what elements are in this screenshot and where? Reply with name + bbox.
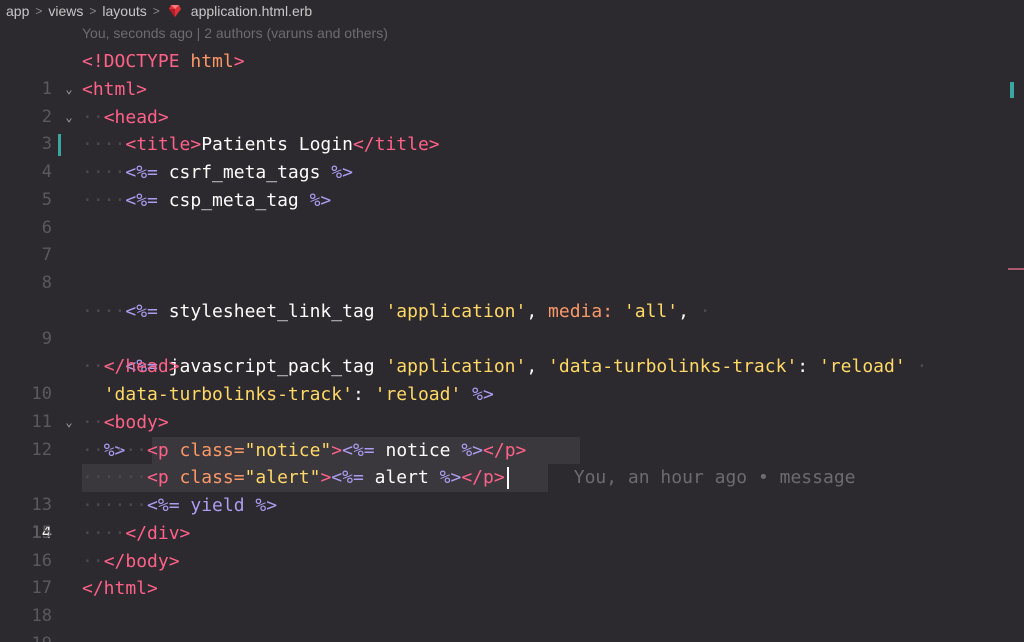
code-editor[interactable]: 1 <!DOCTYPE html> 2 ⌄ <html> 3 ⌄ ··<head… (0, 48, 1004, 642)
code-line[interactable]: 3 ⌄ ··<head> (0, 104, 1004, 155)
breadcrumb-item-layouts[interactable]: layouts (96, 3, 146, 19)
git-change-marker (1010, 82, 1014, 98)
code-line[interactable]: 7 (0, 215, 1004, 265)
code-line[interactable]: 4 ····<title>Patients Login</title> (0, 131, 1004, 182)
code-line[interactable]: 9 ····<%= javascript_pack_tag 'applicati… (0, 298, 1004, 461)
code-line[interactable]: 13 ······<p class="notice"><%= notice %>… (0, 436, 1004, 515)
chevron-down-icon[interactable]: ⌄ (62, 409, 76, 437)
breadcrumb-item-file[interactable]: application.html.erb (182, 3, 312, 19)
code-line[interactable]: 12 ⌄ ··<body> (0, 409, 1004, 460)
line-number: 9 (41, 328, 52, 349)
code-line[interactable]: 5 ····<%= csrf_meta_tags %> (0, 159, 1004, 210)
code-line[interactable]: 8 ····<%= stylesheet_link_tag 'applicati… (0, 242, 1004, 405)
breadcrumb: app > views > layouts > application.html… (0, 0, 1004, 22)
inline-git-blame[interactable]: You, an hour ago • message (574, 467, 856, 488)
breadcrumb-item-app[interactable]: app (0, 3, 29, 19)
code-line[interactable]: 16 ····</div> (0, 520, 1004, 571)
code-line[interactable]: 6 ····<%= csp_meta_tag %> (0, 187, 1004, 238)
chevron-down-icon[interactable]: ⌄ (62, 104, 76, 132)
code-line[interactable]: 15 ······<%= yield %> (0, 492, 1004, 543)
code-line[interactable]: 2 ⌄ <html> (0, 76, 1004, 127)
breadcrumb-item-views[interactable]: views (42, 3, 83, 19)
line-number: 19 (0, 631, 52, 642)
code-line[interactable]: 1 <!DOCTYPE html> (0, 48, 1004, 99)
overview-ruler-scrollbar[interactable] (1004, 0, 1024, 642)
chevron-right-icon: > (35, 4, 43, 18)
code-line[interactable]: 17 ··</body> (0, 548, 1004, 599)
code-line[interactable]: 11 (0, 381, 1004, 432)
git-modified-marker (58, 134, 61, 157)
code-line-current[interactable]: 14 ······<p class="alert"><%= alert %></… (0, 464, 1004, 543)
line-number: 8 (41, 273, 52, 293)
chevron-right-icon: > (89, 4, 97, 18)
ruby-icon (168, 4, 182, 18)
code-line[interactable]: 19 (0, 603, 1004, 642)
git-blame-header[interactable]: You, seconds ago | 2 authors (varuns and… (82, 25, 388, 41)
chevron-down-icon[interactable]: ⌄ (62, 76, 76, 104)
chevron-right-icon: > (152, 4, 160, 18)
code-line[interactable]: 18 </html> (0, 575, 1004, 626)
cursor-position-marker (1008, 268, 1024, 270)
code-line[interactable]: 10 ··</head> (0, 353, 1004, 404)
